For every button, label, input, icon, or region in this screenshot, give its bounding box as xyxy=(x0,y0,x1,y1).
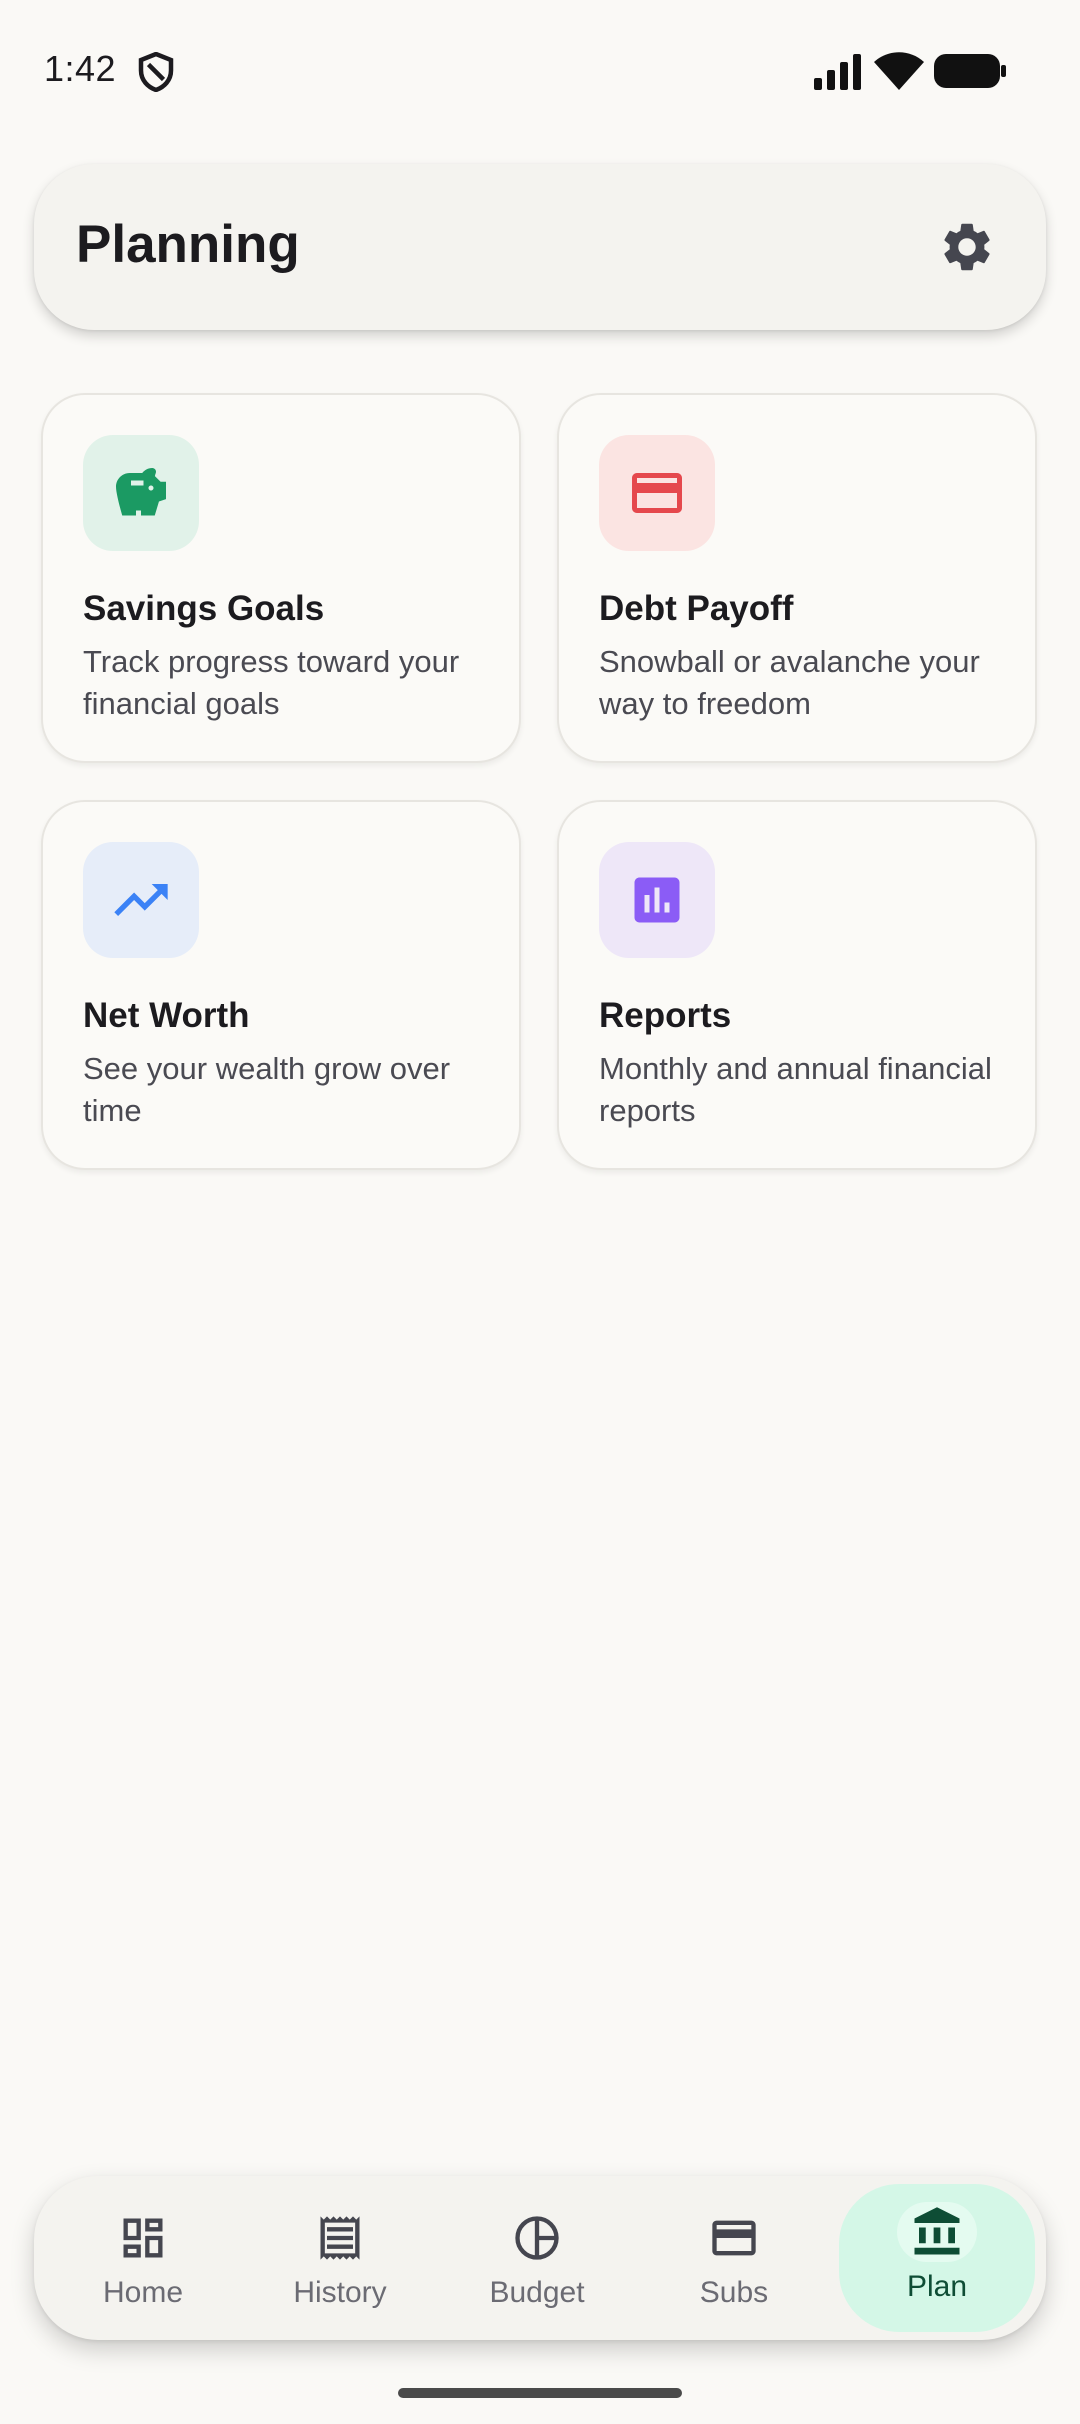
nav-item-subs[interactable]: Subs xyxy=(636,2176,832,2340)
reports-card[interactable]: Reports Monthly and annual financial rep… xyxy=(557,800,1037,1170)
page-title: Planning xyxy=(76,215,300,274)
planning-screen: 1:42 Planning Savings Goals Track progre… xyxy=(0,0,1080,2424)
credit-card-icon xyxy=(632,473,682,513)
top-app-bar: Planning xyxy=(34,164,1046,330)
bottom-navigation: Home History Budget Subs Plan xyxy=(34,2176,1046,2340)
shield-icon xyxy=(138,52,174,92)
debt-payoff-icon-badge xyxy=(599,435,715,551)
bank-icon xyxy=(897,2202,977,2262)
net-worth-icon-badge xyxy=(83,842,199,958)
cell-signal-icon xyxy=(814,54,861,90)
card-title: Reports xyxy=(599,996,732,1035)
nav-label: Home xyxy=(102,2276,184,2309)
card-description: See your wealth grow over time xyxy=(83,1051,451,1128)
status-bar: 1:42 xyxy=(0,0,1080,140)
home-indicator[interactable] xyxy=(398,2388,682,2398)
settings-button[interactable] xyxy=(934,214,1000,280)
savings-goals-card[interactable]: Savings Goals Track progress toward your… xyxy=(41,393,521,763)
net-worth-card[interactable]: Net Worth See your wealth grow over time xyxy=(41,800,521,1170)
gear-icon xyxy=(944,223,990,271)
nav-item-plan[interactable]: Plan xyxy=(839,2184,1035,2332)
wifi-icon xyxy=(874,52,924,90)
receipt-icon xyxy=(312,2210,368,2266)
card-title: Debt Payoff xyxy=(599,589,794,628)
reports-icon-badge xyxy=(599,842,715,958)
nav-item-home[interactable]: Home xyxy=(45,2176,241,2340)
card-title: Net Worth xyxy=(83,996,250,1035)
battery-icon xyxy=(934,54,1006,88)
nav-label: Plan xyxy=(906,2270,968,2303)
bar-chart-icon xyxy=(634,877,680,923)
nav-label: Budget xyxy=(489,2276,585,2309)
card-description: Monthly and annual financial reports xyxy=(599,1051,992,1128)
card-description: Track progress toward your financial goa… xyxy=(83,644,460,721)
card-title: Savings Goals xyxy=(83,589,325,628)
pie-chart-icon xyxy=(509,2210,565,2266)
card-description: Snowball or avalanche your way to freedo… xyxy=(599,644,980,721)
dashboard-icon xyxy=(115,2210,171,2266)
nav-item-history[interactable]: History xyxy=(242,2176,438,2340)
status-time: 1:42 xyxy=(44,48,117,89)
savings-goals-icon-badge xyxy=(83,435,199,551)
nav-label: History xyxy=(293,2276,387,2309)
debt-payoff-card[interactable]: Debt Payoff Snowball or avalanche your w… xyxy=(557,393,1037,763)
credit-card-icon xyxy=(706,2210,762,2266)
trending-up-icon xyxy=(114,884,168,916)
nav-item-budget[interactable]: Budget xyxy=(439,2176,635,2340)
nav-label: Subs xyxy=(699,2276,769,2309)
piggy-bank-icon xyxy=(116,468,166,516)
